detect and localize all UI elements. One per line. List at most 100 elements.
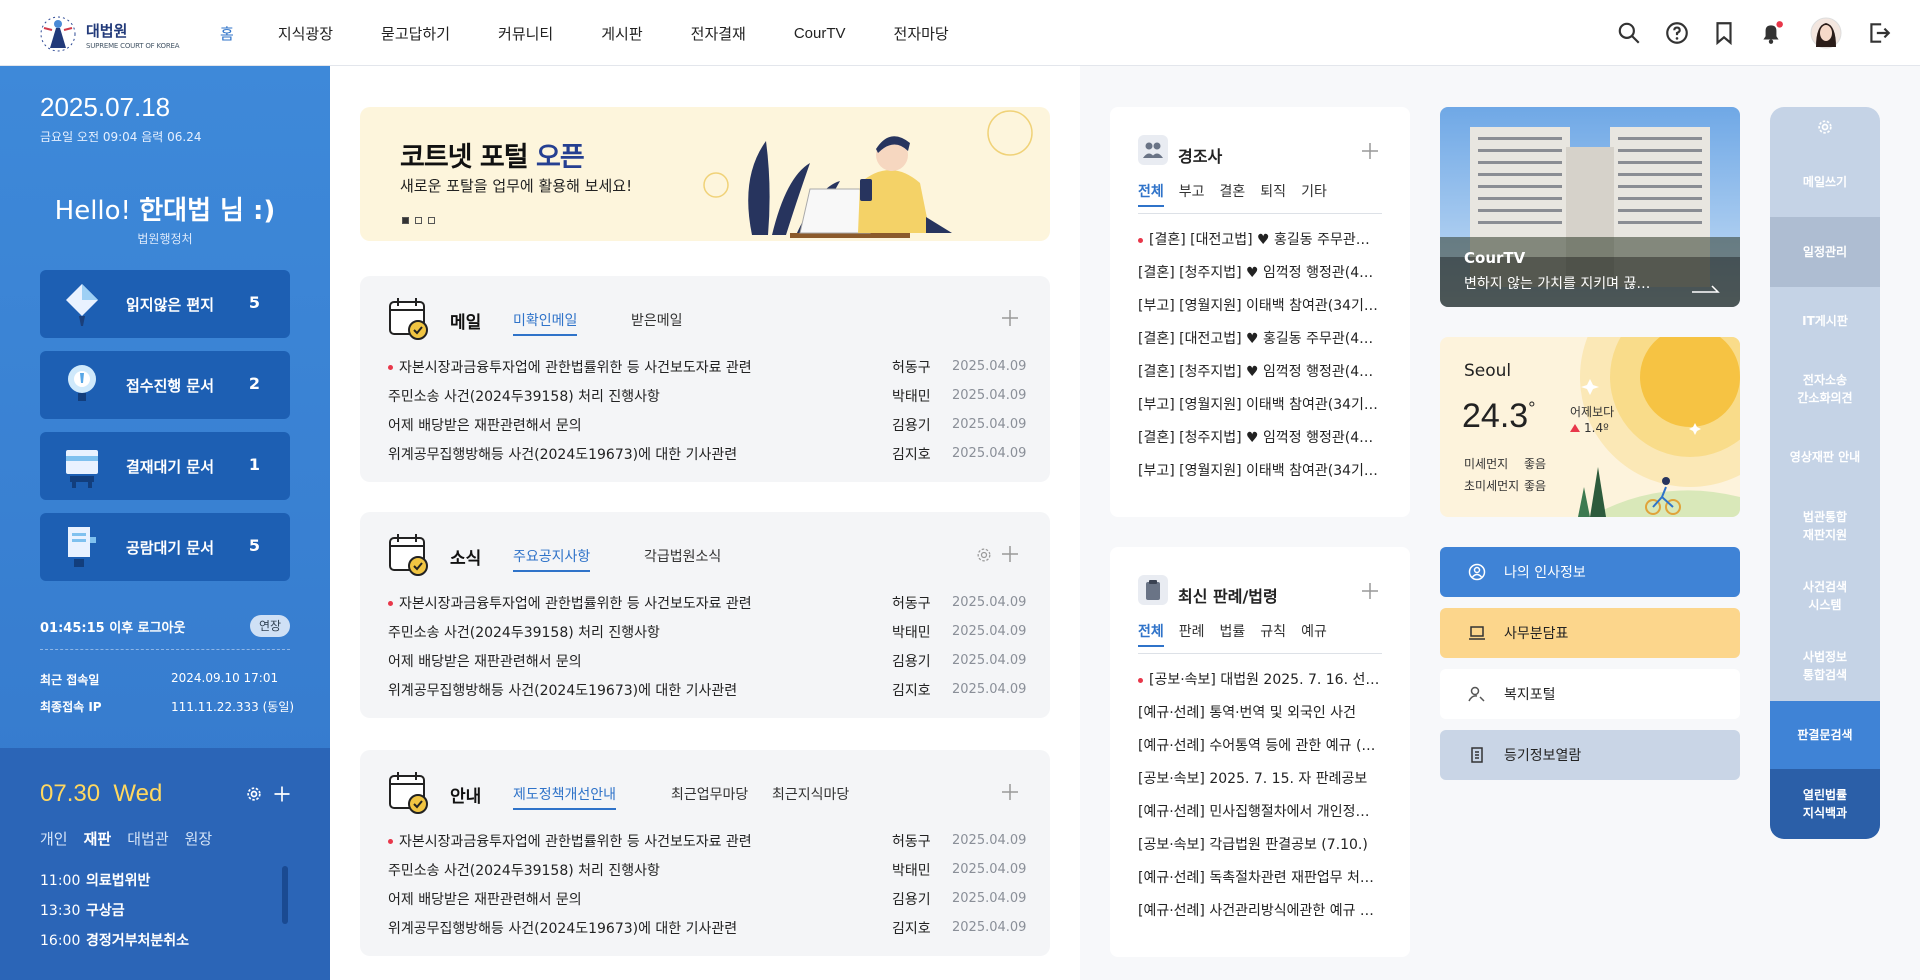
list-item[interactable]: [예규·선례] 사건관리방식에관한 예규 … <box>1138 900 1382 933</box>
gear-icon[interactable] <box>244 784 264 804</box>
list-item[interactable]: 위계공무집행방해등 사건(2024도19673)에 대한 기사관련 김지호 2025… <box>388 439 1026 468</box>
tab-policy-guide[interactable]: 제도정책개선안내 <box>513 784 617 810</box>
quick-write-mail[interactable]: 메일쓰기 <box>1770 147 1880 217</box>
tab-all[interactable]: 전체 <box>1138 181 1164 207</box>
tab-major-notice[interactable]: 주요공지사항 <box>513 546 591 572</box>
list-item[interactable]: [예규·선례] 수어통역 등에 관한 예규 (… <box>1138 735 1382 768</box>
logo[interactable]: 대법원 SUPREME COURT OF KOREA <box>38 14 179 54</box>
list-item[interactable]: 주민소송 사건(2024두39158) 처리 진행사항 박태민 2025.04.09 <box>388 617 1026 646</box>
tab-rule[interactable]: 규칙 <box>1260 621 1286 647</box>
list-item[interactable]: 위계공무집행방해등 사건(2024도19673)에 대한 기사관련 김지호 2025… <box>388 913 1026 942</box>
list-item[interactable]: 주민소송 사건(2024두39158) 처리 진행사항 박태민 2025.04.09 <box>388 855 1026 884</box>
list-item[interactable]: [부고] [영월지원] 이태백 참여관(34기… <box>1138 460 1382 493</box>
tab-etc[interactable]: 기타 <box>1301 181 1327 207</box>
search-icon[interactable] <box>1616 20 1642 46</box>
tab-recent-knowledge[interactable]: 최근지식마당 <box>772 784 849 804</box>
pager-dot[interactable] <box>402 217 409 224</box>
card-unread-letters[interactable]: 읽지않은 편지 5 <box>40 270 290 338</box>
list-item[interactable]: 어제 배당받은 재판관련해서 문의 김용기 2025.04.09 <box>388 410 1026 439</box>
list-item[interactable]: [공보·속보] 2025. 7. 15. 자 판례공보 <box>1138 768 1382 801</box>
list-item[interactable]: [공보·속보] 각급법원 판결공보 (7.10.) <box>1138 834 1382 867</box>
scrollbar[interactable] <box>282 866 288 924</box>
list-item[interactable]: [부고] [영월지원] 이태백 참여관(34기)… <box>1138 295 1382 328</box>
list-item[interactable]: [결혼] [대전고법] ♥ 홍길동 주무관(4… <box>1138 328 1382 361</box>
tab-obituary[interactable]: 부고 <box>1179 181 1205 207</box>
list-item[interactable]: 어제 배당받은 재판관련해서 문의 김용기 2025.04.09 <box>388 646 1026 675</box>
list-item[interactable]: [예규·선례] 독촉절차관련 재판업무 처… <box>1138 867 1382 900</box>
quick-video-trial[interactable]: 영상재판 안내 <box>1770 423 1880 491</box>
tab-court-news[interactable]: 각급법원소식 <box>644 546 721 566</box>
pager-dot[interactable] <box>415 217 422 224</box>
quick-it-board[interactable]: IT게시판 <box>1770 287 1880 355</box>
schedule-item[interactable]: 11:00 의료법위반 <box>40 870 150 890</box>
quick-judge-support[interactable]: 법관통합 재판지원 <box>1770 491 1880 561</box>
nav-community[interactable]: 커뮤니티 <box>474 23 577 44</box>
tab-wedding[interactable]: 결혼 <box>1220 181 1246 207</box>
card-receipt-docs[interactable]: 접수진행 문서 2 <box>40 351 290 419</box>
arrow-right-icon[interactable] <box>1692 283 1720 293</box>
registry-button[interactable]: 등기정보열람 <box>1440 730 1740 780</box>
list-item[interactable]: [예규·선례] 통역·번역 및 외국인 사건 <box>1138 702 1382 735</box>
quick-schedule[interactable]: 일정관리 <box>1770 217 1880 287</box>
tab-all[interactable]: 전체 <box>1138 621 1164 647</box>
gear-icon[interactable] <box>1815 117 1835 137</box>
list-item[interactable]: [예규·선례] 민사집행절차에서 개인정… <box>1138 801 1382 834</box>
nav-board[interactable]: 게시판 <box>577 23 666 44</box>
bell-icon[interactable] <box>1758 20 1784 46</box>
quick-judgment-search[interactable]: 판결문검색 <box>1770 701 1880 769</box>
tab-recent-work[interactable]: 최근업무마당 <box>671 784 748 804</box>
quick-case-search[interactable]: 사건검색 시스템 <box>1770 561 1880 631</box>
plus-icon[interactable] <box>1360 581 1380 601</box>
tab-unread-mail[interactable]: 미확인메일 <box>513 310 578 336</box>
schedule-item[interactable]: 13:30 구상금 <box>40 900 125 920</box>
welfare-portal-button[interactable]: 복지포털 <box>1440 669 1740 719</box>
list-item[interactable]: [결혼] [청주지법] ♥ 임꺽정 행정관(4… <box>1138 262 1382 295</box>
gear-icon[interactable] <box>974 545 994 565</box>
tab-personal[interactable]: 개인 <box>40 828 68 849</box>
add-schedule-icon[interactable] <box>272 784 292 804</box>
plus-icon[interactable] <box>1000 308 1020 328</box>
list-item[interactable]: 위계공무집행방해등 사건(2024도19673)에 대한 기사관련 김지호 2025… <box>388 675 1026 704</box>
list-item[interactable]: 주민소송 사건(2024두39158) 처리 진행사항 박태민 2025.04.09 <box>388 381 1026 410</box>
help-icon[interactable] <box>1664 20 1690 46</box>
tab-precedent[interactable]: 판례 <box>1179 621 1205 647</box>
tab-received-mail[interactable]: 받은메일 <box>631 310 683 330</box>
tab-regulation[interactable]: 예규 <box>1301 621 1327 647</box>
duty-table-button[interactable]: 사무분담표 <box>1440 608 1740 658</box>
logout-icon[interactable] <box>1866 20 1892 46</box>
nav-emadang[interactable]: 전자마당 <box>870 23 973 44</box>
card-pending-approval[interactable]: 결재대기 문서 1 <box>40 432 290 500</box>
list-item[interactable]: 자본시장과금융투자업에 관한법률위한 등 사건보도자료 관련 허동구 2025.04… <box>388 826 1026 855</box>
avatar[interactable] <box>1810 17 1842 49</box>
card-pending-review[interactable]: 공람대기 문서 5 <box>40 513 290 581</box>
nav-courtv[interactable]: CourTV <box>770 25 870 42</box>
tab-trial[interactable]: 재판 <box>84 828 112 849</box>
plus-icon[interactable] <box>1000 782 1020 802</box>
nav-approval[interactable]: 전자결재 <box>667 23 770 44</box>
list-item[interactable]: [공보·속보] 대법원 2025. 7. 16. 선고… <box>1138 669 1382 702</box>
list-item[interactable]: 자본시장과금융투자업에 관한법률위한 등 사건보도자료 관련 허동구 2025.04… <box>388 588 1026 617</box>
courtv-card[interactable]: CourTV 변하지 않는 가치를 지키며 끊… <box>1440 107 1740 307</box>
list-item[interactable]: [결혼] [청주지법] ♥ 임꺽정 행정관(4… <box>1138 427 1382 460</box>
nav-qna[interactable]: 묻고답하기 <box>357 23 474 44</box>
list-item[interactable]: [부고] [영월지원] 이태백 참여관(34기… <box>1138 394 1382 427</box>
quick-info-search[interactable]: 사법정보 통합검색 <box>1770 631 1880 701</box>
quick-legal-encyclopedia[interactable]: 열린법률 지식백과 <box>1770 769 1880 839</box>
schedule-item[interactable]: 16:00 경정거부처분취소 <box>40 930 189 950</box>
list-item[interactable]: 자본시장과금융투자업에 관한법률위한 등 사건보도자료 관련 허동구 2025.04… <box>388 352 1026 381</box>
nav-knowledge[interactable]: 지식광장 <box>254 23 357 44</box>
portal-banner[interactable]: 코트넷 포털 오픈 새로운 포탈을 업무에 활용해 보세요! <box>360 107 1050 241</box>
tab-justice[interactable]: 대법관 <box>127 828 168 849</box>
my-hr-button[interactable]: 나의 인사정보 <box>1440 547 1740 597</box>
pager-dot[interactable] <box>428 217 435 224</box>
list-item[interactable]: 어제 배당받은 재판관련해서 문의 김용기 2025.04.09 <box>388 884 1026 913</box>
list-item[interactable]: [결혼] [청주지법] ♥ 임꺽정 행정관(4… <box>1138 361 1382 394</box>
plus-icon[interactable] <box>1360 141 1380 161</box>
extend-button[interactable]: 연장 <box>250 615 290 637</box>
tab-retire[interactable]: 퇴직 <box>1260 181 1286 207</box>
tab-law[interactable]: 법률 <box>1220 621 1246 647</box>
nav-home[interactable]: 홈 <box>200 23 254 44</box>
bookmark-icon[interactable] <box>1711 20 1737 46</box>
tab-chief[interactable]: 원장 <box>185 828 213 849</box>
plus-icon[interactable] <box>1000 544 1020 564</box>
